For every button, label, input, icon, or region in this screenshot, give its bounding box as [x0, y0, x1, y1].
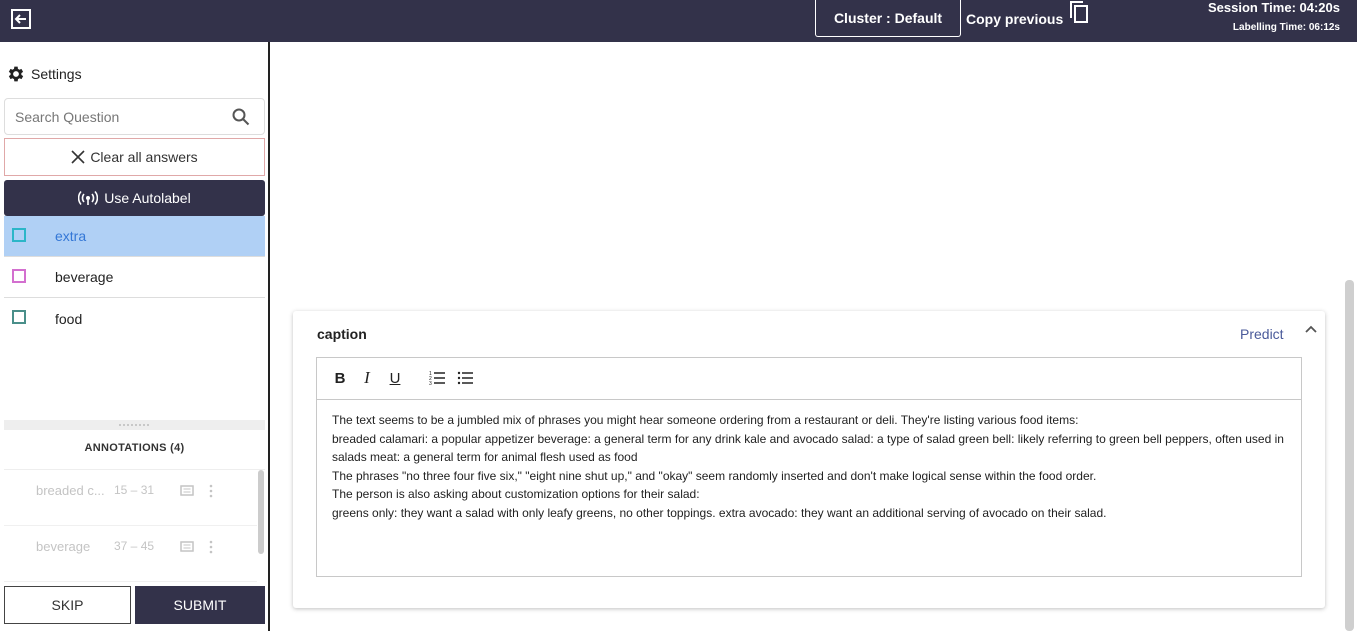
labelling-time: Labelling Time: 06:12s [1232, 22, 1340, 33]
page-scrollbar[interactable] [1345, 280, 1354, 631]
skip-button[interactable]: SKIP [4, 586, 131, 624]
svg-text:3: 3 [429, 381, 432, 387]
caption-card: caption Predict B I U 1 2 3 The text see… [293, 311, 1325, 608]
more-vertical-icon[interactable] [209, 540, 213, 554]
comment-icon[interactable] [180, 541, 194, 553]
annotation-row[interactable]: beverage 37 – 45 [4, 526, 257, 582]
cluster-button[interactable]: Cluster : Default [815, 0, 961, 37]
label-item-extra[interactable]: extra [4, 216, 265, 257]
underline-icon[interactable]: U [386, 369, 404, 387]
resize-handle[interactable] [4, 420, 265, 430]
search-input[interactable] [5, 99, 220, 134]
caption-line: The phrases "no three four five six," "e… [332, 468, 1097, 483]
editor-toolbar: B I U 1 2 3 [317, 358, 1301, 400]
label-color-box [12, 269, 26, 283]
broadcast-icon [78, 190, 99, 206]
annotations-list: breaded c... 15 – 31 beverage 37 – 45 [4, 469, 265, 582]
top-bar: Cluster : Default Copy previous Session … [0, 0, 1357, 42]
label-item-food[interactable]: food [4, 298, 265, 339]
bold-icon[interactable]: B [331, 369, 349, 387]
label-color-box [12, 228, 26, 242]
caption-line: breaded calamari: a popular appetizer be… [332, 431, 1284, 465]
label-item-name: extra [55, 228, 87, 244]
label-item-name: beverage [55, 269, 114, 285]
bullet-list-icon[interactable] [457, 369, 475, 387]
session-time: Session Time: 04:20s [1208, 0, 1340, 15]
submit-button[interactable]: SUBMIT [135, 586, 265, 624]
caption-line: The person is also asking about customiz… [332, 487, 700, 501]
label-color-box [12, 310, 26, 324]
annotation-range: 37 – 45 [114, 539, 155, 553]
settings-label: Settings [31, 66, 82, 82]
settings-button[interactable]: Settings [6, 64, 82, 84]
annotations-title: ANNOTATIONS (4) [84, 442, 185, 454]
autolabel-label: Use Autolabel [104, 190, 191, 206]
caption-line: The text seems to be a jumbled mix of ph… [332, 413, 1079, 427]
exit-icon[interactable] [10, 8, 32, 30]
copy-previous-button[interactable]: Copy previous [966, 0, 1063, 37]
label-item-beverage[interactable]: beverage [4, 257, 265, 298]
caption-text[interactable]: The text seems to be a jumbled mix of ph… [332, 411, 1297, 522]
label-item-name: food [55, 310, 83, 327]
gear-icon [8, 66, 24, 82]
sidebar: Settings Clear all answers Use Autolabel… [0, 42, 270, 631]
chevron-up-icon[interactable] [1304, 323, 1318, 337]
search-box [4, 98, 265, 135]
caption-editor[interactable]: B I U 1 2 3 The text seems to be a jumbl… [316, 357, 1302, 577]
caption-title: caption [317, 326, 367, 342]
caption-line: greens only: they want a salad with only… [332, 505, 1107, 520]
clear-all-label: Clear all answers [90, 149, 198, 165]
copy-icon[interactable] [1068, 0, 1090, 24]
predict-button[interactable]: Predict [1240, 326, 1284, 342]
search-icon[interactable] [232, 108, 250, 126]
annotation-row[interactable]: breaded c... 15 – 31 [4, 470, 257, 526]
ordered-list-icon[interactable]: 1 2 3 [429, 369, 447, 387]
more-vertical-icon[interactable] [209, 484, 213, 498]
annotations-scrollbar[interactable] [258, 470, 264, 554]
clear-all-answers-button[interactable]: Clear all answers [4, 138, 265, 176]
close-icon [71, 150, 85, 164]
annotation-name: beverage [36, 539, 91, 554]
comment-icon[interactable] [180, 485, 194, 497]
annotation-name: breaded c... [36, 483, 105, 498]
italic-icon[interactable]: I [358, 368, 376, 387]
use-autolabel-button[interactable]: Use Autolabel [4, 180, 265, 216]
annotation-range: 15 – 31 [114, 483, 155, 497]
